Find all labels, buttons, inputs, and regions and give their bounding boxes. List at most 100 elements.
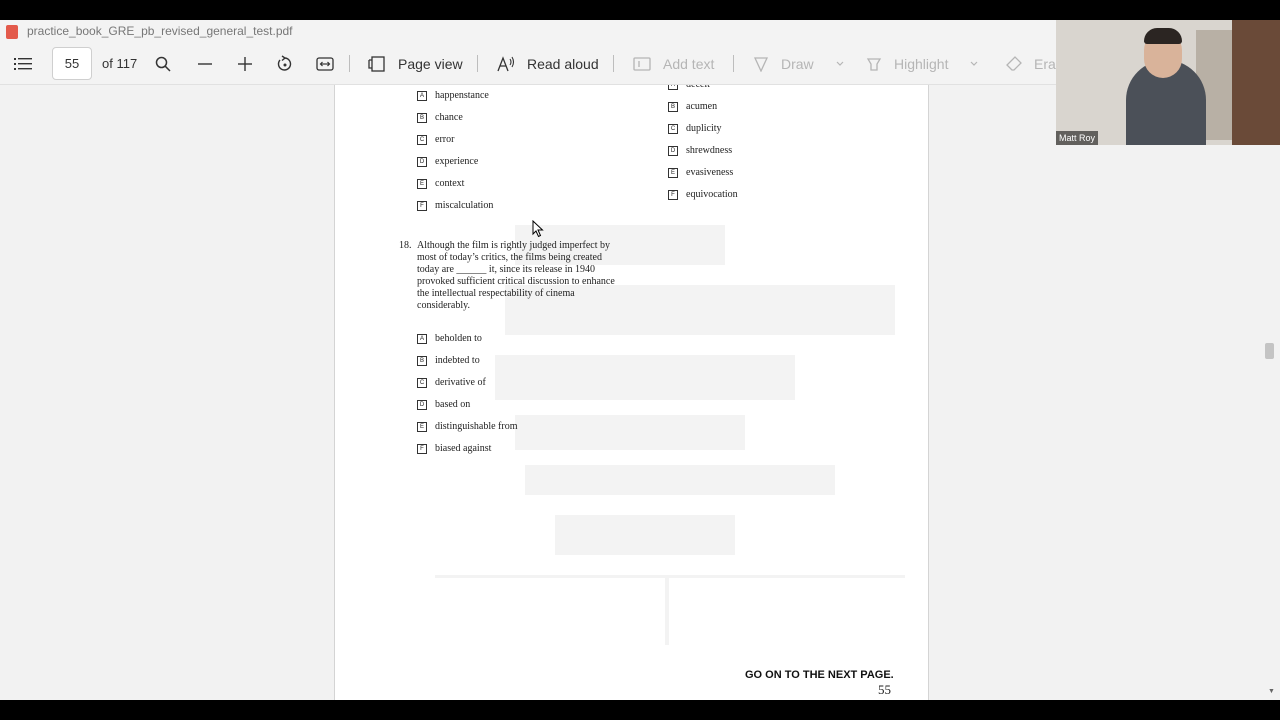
choice-box[interactable]: B [668,101,678,112]
choice-text: context [435,178,465,189]
erase-button[interactable]: Eras [1006,43,1063,84]
page-total-label: of 117 [102,56,138,71]
answer-choice[interactable]: Dexperience [417,156,478,167]
choice-box[interactable]: C [668,123,678,134]
answer-choice[interactable]: Eevasiveness [668,167,733,178]
choice-box[interactable]: F [417,443,427,454]
choice-text: biased against [435,443,492,454]
webcam-door [1232,20,1280,145]
read-aloud-label: Read aloud [527,55,599,72]
go-on-footer: GO ON TO THE NEXT PAGE. [745,669,894,681]
answer-choice[interactable]: Econtext [417,178,464,189]
answer-choice[interactable]: Fmiscalculation [417,200,493,211]
chevron-down-icon[interactable] [970,61,978,67]
highlighter-icon [866,56,882,72]
scroll-down-arrow-icon[interactable]: ▼ [1268,688,1275,695]
choice-text: error [435,134,455,145]
choice-box[interactable]: B [417,112,427,123]
choice-text: distinguishable from [435,421,518,432]
choice-box[interactable]: D [668,145,678,156]
answer-choice[interactable]: Fbiased against [417,443,491,454]
choice-text: miscalculation [435,200,494,211]
toolbar-divider [613,55,614,72]
webcam-overlay: Matt Roy [1056,20,1280,145]
read-aloud-icon [497,55,515,72]
bottom-black-bar [0,700,1280,720]
search-icon[interactable] [155,43,171,84]
contents-list-icon[interactable] [14,43,32,84]
chevron-down-icon[interactable] [836,61,844,67]
page-footer-number: 55 [878,682,891,697]
choice-box[interactable]: E [417,421,427,432]
draw-label: Draw [781,55,814,72]
answer-choice[interactable]: Dshrewdness [668,145,732,156]
top-black-bar [0,0,1280,20]
webcam-name-label: Matt Roy [1056,131,1099,145]
eraser-icon [1006,55,1022,72]
page-view-button[interactable]: Page view [368,43,463,84]
answer-choice[interactable]: Ahappenstance [417,90,489,101]
answer-choice[interactable]: Fequivocation [668,189,738,200]
choice-box[interactable]: D [417,156,427,167]
choice-box[interactable]: F [417,200,427,211]
question-number: 18. [399,240,412,251]
read-aloud-button[interactable]: Read aloud [497,43,599,84]
choice-text: evasiveness [686,167,734,178]
choice-box[interactable]: A [417,333,427,344]
answer-choice[interactable]: Bchance [417,112,463,123]
window-title: practice_book_GRE_pb_revised_general_tes… [27,24,293,38]
choice-text: beholden to [435,333,482,344]
choice-box[interactable]: A [417,90,427,101]
highlight-label: Highlight [894,55,949,72]
add-text-button[interactable]: Add text [633,43,714,84]
scrollbar-thumb[interactable] [1265,343,1274,359]
rotate-icon[interactable] [276,43,294,84]
answer-choice[interactable]: Dbased on [417,399,470,410]
answer-choice[interactable]: Cduplicity [668,123,722,134]
page-view-label: Page view [398,55,463,72]
zoom-in-icon[interactable] [237,43,253,84]
toolbar-divider [733,55,734,72]
choice-box[interactable]: E [668,167,678,178]
draw-icon [753,56,769,72]
choice-text: derivative of [435,377,486,388]
page-view-icon [368,55,386,72]
page-number-input[interactable]: 55 [52,47,92,80]
choice-text: deceit [686,85,710,90]
add-text-label: Add text [663,55,715,72]
choice-text: acumen [686,101,718,112]
answer-choice[interactable]: Edistinguishable from [417,421,518,432]
choice-box[interactable]: F [668,189,678,200]
highlight-button[interactable]: Highlight [866,43,978,84]
answer-choice[interactable]: Cerror [417,134,454,145]
choice-text: shrewdness [686,145,733,156]
answer-choice[interactable]: Cderivative of [417,377,486,388]
choice-box[interactable]: C [417,377,427,388]
answer-choice[interactable]: Abeholden to [417,333,482,344]
pdf-file-icon [6,25,18,39]
webcam-person-hair [1144,28,1182,44]
draw-button[interactable]: Draw [753,43,844,84]
document-viewer: Ahappenstance Bchance Cerror Dexperience… [0,85,1280,700]
answer-choice[interactable]: Bindebted to [417,355,480,366]
choice-box[interactable]: A [668,85,678,90]
mouse-cursor-icon [532,220,544,238]
choice-text: duplicity [686,123,722,134]
fit-width-icon[interactable] [316,43,334,84]
answer-choice[interactable]: Bacumen [668,101,717,112]
choice-text: indebted to [435,355,480,366]
choice-text: happenstance [435,90,489,101]
choice-text: based on [435,399,471,410]
toolbar-divider [349,55,350,72]
pdf-page: Ahappenstance Bchance Cerror Dexperience… [334,85,929,700]
answer-choice[interactable]: Adeceit [668,85,710,90]
add-text-icon [633,56,651,71]
choice-box[interactable]: C [417,134,427,145]
choice-box[interactable]: D [417,399,427,410]
choice-text: chance [435,112,463,123]
choice-box[interactable]: B [417,355,427,366]
zoom-out-icon[interactable] [197,43,213,84]
toolbar-divider [477,55,478,72]
question-text: Although the film is rightly judged impe… [417,240,615,311]
choice-box[interactable]: E [417,178,427,189]
